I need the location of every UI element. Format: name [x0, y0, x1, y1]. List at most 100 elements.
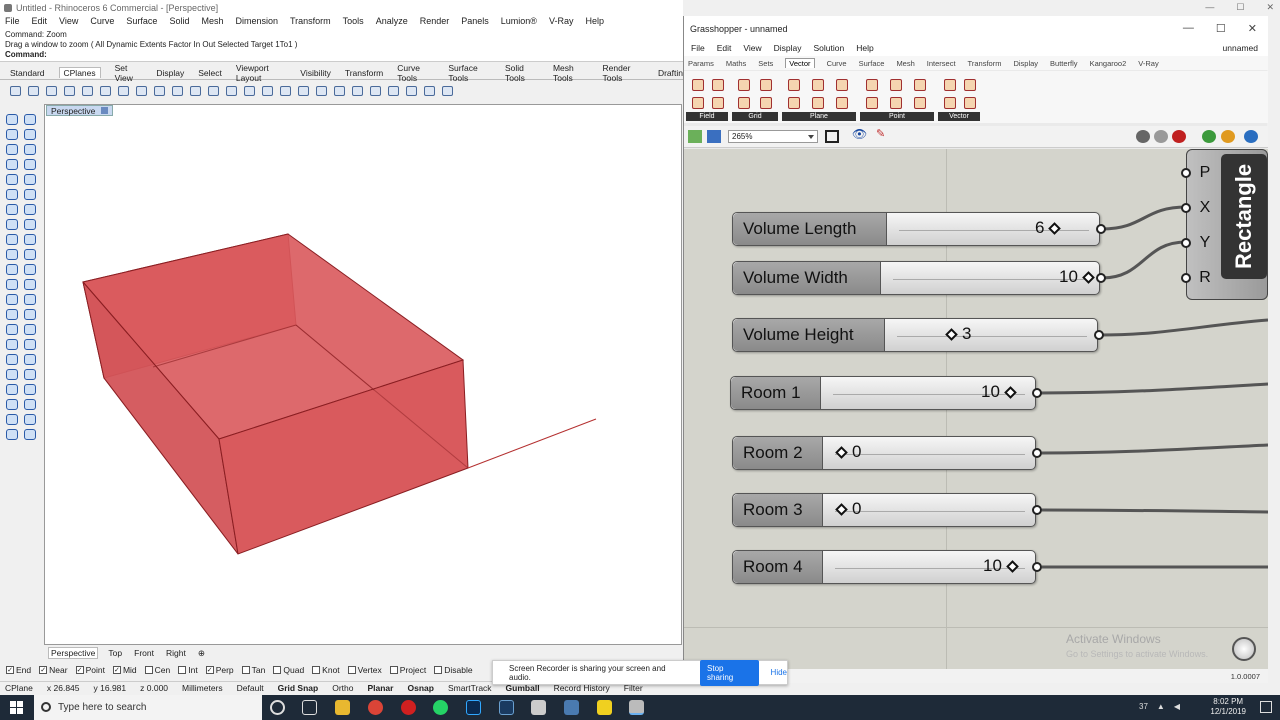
grid-icon[interactable] — [758, 95, 772, 109]
checkbox-icon[interactable] — [273, 666, 282, 674]
point-icon[interactable] — [912, 95, 926, 109]
side-tool-icon[interactable] — [4, 277, 18, 290]
rhino-taskbar-icon[interactable] — [531, 700, 546, 715]
status-osnap[interactable]: Osnap — [407, 683, 433, 693]
gh-tab-sets[interactable]: Sets — [758, 59, 773, 68]
checkbox-icon[interactable] — [144, 666, 153, 674]
slider-volume-width[interactable]: Volume Width 10 — [732, 261, 1106, 295]
canvas-navigator-icon[interactable] — [1232, 637, 1256, 661]
output-grip[interactable] — [1096, 273, 1106, 283]
side-tool-icon[interactable] — [22, 157, 36, 170]
menu-render[interactable]: Render — [420, 16, 450, 29]
gh-tab-params[interactable]: Params — [688, 59, 714, 68]
input-grip[interactable] — [1181, 203, 1191, 213]
whatsapp-icon[interactable] — [433, 700, 448, 715]
osnap-int[interactable]: Int — [178, 665, 198, 675]
slider-value[interactable]: 6 — [1035, 218, 1062, 238]
slider-handle-icon[interactable] — [1004, 385, 1017, 399]
menu-transform[interactable]: Transform — [290, 16, 331, 29]
toolbar-tab-curve-tools[interactable]: Curve Tools — [397, 63, 434, 83]
checkbox-icon[interactable] — [178, 666, 187, 674]
cplane-tool-icon[interactable] — [224, 84, 238, 96]
sphere-preview-icon[interactable] — [1244, 130, 1258, 143]
sketch-pen-icon[interactable]: ✎ — [876, 127, 890, 140]
cplane-tool-icon[interactable] — [368, 84, 382, 96]
taskbar-search[interactable]: Type here to search — [34, 695, 262, 720]
notifications-icon[interactable] — [1260, 701, 1272, 713]
cplane-tool-icon[interactable] — [386, 84, 400, 96]
menu-analyze[interactable]: Analyze — [376, 16, 408, 29]
viewport-tab-perspective[interactable]: Perspective — [48, 647, 99, 659]
preview-mode-icon[interactable] — [1136, 130, 1150, 143]
cplane-tool-icon[interactable] — [116, 84, 130, 96]
toolbar-tab-select[interactable]: Select — [198, 68, 222, 78]
toolbar-tab-drafting[interactable]: Draftin — [658, 68, 683, 78]
viewport-title[interactable]: Perspective — [46, 105, 114, 116]
slider-track[interactable] — [897, 327, 1087, 337]
side-tool-icon[interactable] — [4, 172, 18, 185]
side-tool-icon[interactable] — [22, 367, 36, 380]
cplane-tool-icon[interactable] — [242, 84, 256, 96]
checkbox-icon[interactable] — [241, 666, 250, 674]
chevron-down-icon[interactable] — [101, 107, 109, 114]
status-grid-snap[interactable]: Grid Snap — [278, 683, 319, 693]
side-tool-icon[interactable] — [4, 322, 18, 335]
checkbox-icon[interactable] — [434, 666, 443, 674]
osnap-vertex[interactable]: Vertex — [347, 665, 382, 675]
side-tool-icon[interactable] — [22, 307, 36, 320]
command-prompt[interactable]: Command: — [5, 50, 678, 60]
side-tool-icon[interactable] — [4, 187, 18, 200]
slider-handle-icon[interactable] — [1006, 559, 1019, 573]
output-grip[interactable] — [1032, 448, 1042, 458]
open-file-icon[interactable] — [688, 130, 702, 143]
grid-icon[interactable] — [736, 77, 750, 91]
point-icon[interactable] — [888, 77, 902, 91]
toolbar-tab-surface-tools[interactable]: Surface Tools — [448, 63, 491, 83]
slider-room-1[interactable]: Room 1 10 — [730, 376, 1042, 410]
side-tool-icon[interactable] — [22, 322, 36, 335]
viewport-tab-right[interactable]: Right — [164, 648, 188, 658]
minimize-icon[interactable]: — — [1183, 22, 1194, 35]
checkbox-icon[interactable]: ✓ — [6, 666, 14, 674]
point-icon[interactable] — [912, 77, 926, 91]
gh-menu-view[interactable]: View — [743, 43, 761, 56]
recorder-app-icon[interactable] — [401, 700, 416, 715]
gh-tab-mesh[interactable]: Mesh — [896, 59, 914, 68]
side-tool-icon[interactable] — [4, 292, 18, 305]
osnap-perp[interactable]: ✓ Perp — [205, 665, 234, 675]
slider-handle-icon[interactable] — [835, 502, 848, 516]
cplane-tool-icon[interactable] — [206, 84, 220, 96]
grasshopper-taskbar-icon[interactable] — [629, 700, 644, 715]
osnap-tan[interactable]: Tan — [241, 665, 265, 675]
task-view-icon[interactable] — [302, 700, 317, 715]
input-grip[interactable] — [1181, 238, 1191, 248]
app-taskbar-icon[interactable] — [564, 700, 579, 715]
viewport-tab-front[interactable]: Front — [132, 648, 156, 658]
plane-icon[interactable] — [834, 95, 848, 109]
gh-tab-curve[interactable]: Curve — [827, 59, 847, 68]
menu-lumion[interactable]: Lumion® — [501, 16, 537, 29]
vector-icon[interactable] — [962, 95, 976, 109]
checkbox-icon[interactable] — [389, 666, 398, 674]
toolbar-tab-set-view[interactable]: Set View — [115, 63, 143, 83]
menu-edit[interactable]: Edit — [32, 16, 48, 29]
side-tool-icon[interactable] — [4, 382, 18, 395]
vector-icon[interactable] — [962, 77, 976, 91]
file-explorer-icon[interactable] — [335, 700, 350, 715]
osnap-project[interactable]: Project — [389, 665, 426, 675]
gh-tab-surface[interactable]: Surface — [859, 59, 885, 68]
side-tool-icon[interactable] — [4, 247, 18, 260]
gh-tab-vray[interactable]: V-Ray — [1138, 59, 1158, 68]
preview-mesh-icon[interactable] — [1154, 130, 1168, 143]
cplane-tool-icon[interactable] — [296, 84, 310, 96]
rectangle-component[interactable]: P X Y R Rectangle — [1181, 149, 1268, 300]
vector-icon[interactable] — [942, 95, 956, 109]
checkbox-icon[interactable]: ✓ — [205, 666, 214, 674]
side-tool-icon[interactable] — [4, 217, 18, 230]
output-grip[interactable] — [1032, 505, 1042, 515]
cortana-icon[interactable] — [270, 700, 285, 715]
status-cplane[interactable]: CPlane — [5, 683, 33, 693]
slider-handle-icon[interactable] — [1048, 221, 1062, 235]
menu-mesh[interactable]: Mesh — [201, 16, 223, 29]
slider-room-4[interactable]: Room 4 10 — [732, 550, 1042, 584]
